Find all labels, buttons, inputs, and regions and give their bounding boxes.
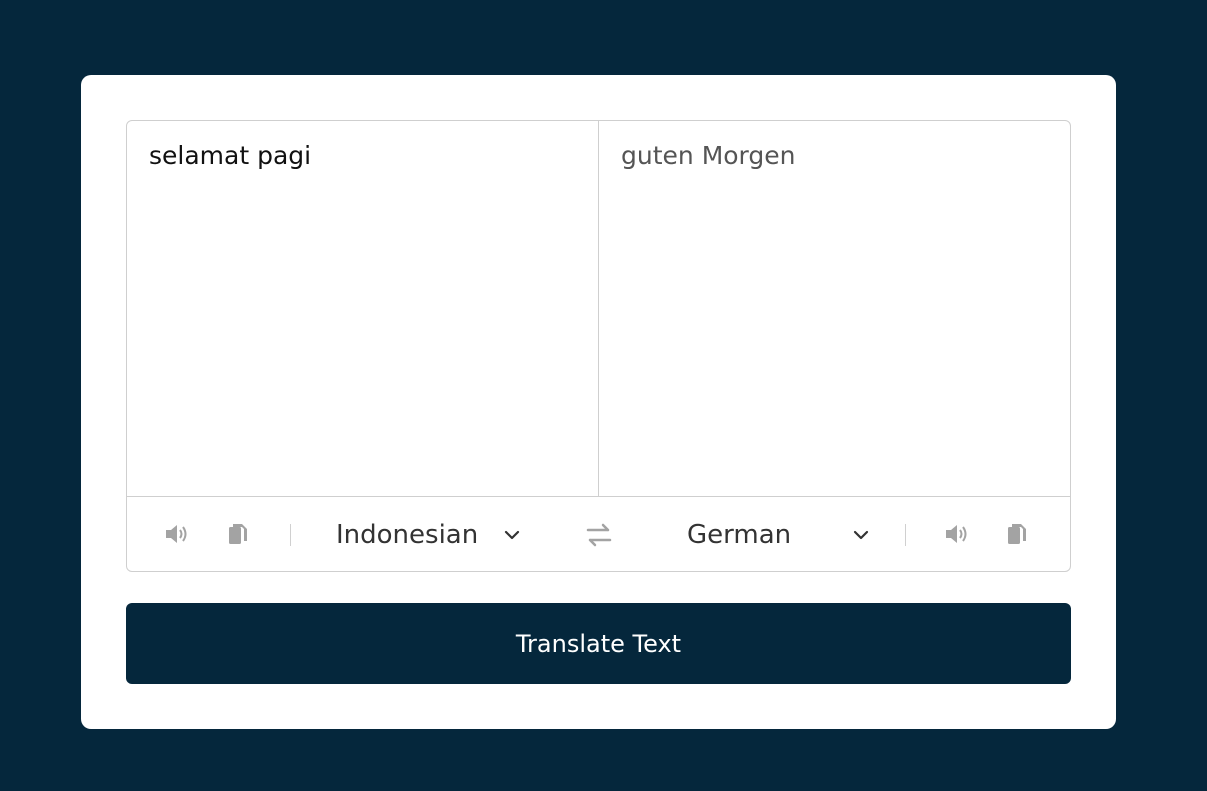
from-language-select[interactable]: Indonesian <box>336 515 526 555</box>
controls-bar: Indonesian German <box>127 496 1070 571</box>
exchange-icon[interactable] <box>583 519 615 551</box>
source-text-area[interactable]: selamat pagi <box>127 121 598 496</box>
to-language-label: German <box>687 520 792 550</box>
to-language-select[interactable]: German <box>687 515 877 555</box>
target-copy-icon[interactable] <box>1002 519 1032 549</box>
chevron-down-icon <box>853 530 869 540</box>
separator-right <box>905 524 906 546</box>
from-language-label: Indonesian <box>336 520 479 550</box>
separator-left <box>290 524 291 546</box>
translated-text-area[interactable]: guten Morgen <box>599 121 1070 496</box>
source-copy-icon[interactable] <box>223 519 253 549</box>
translate-button[interactable]: Translate Text <box>126 603 1071 684</box>
translator-card: selamat pagi guten Morgen Indonesian Ger… <box>81 75 1116 729</box>
target-volume-icon[interactable] <box>943 519 973 549</box>
source-volume-icon[interactable] <box>163 519 193 549</box>
translator-panel: selamat pagi guten Morgen Indonesian Ger… <box>126 120 1071 572</box>
chevron-down-icon <box>504 530 520 540</box>
